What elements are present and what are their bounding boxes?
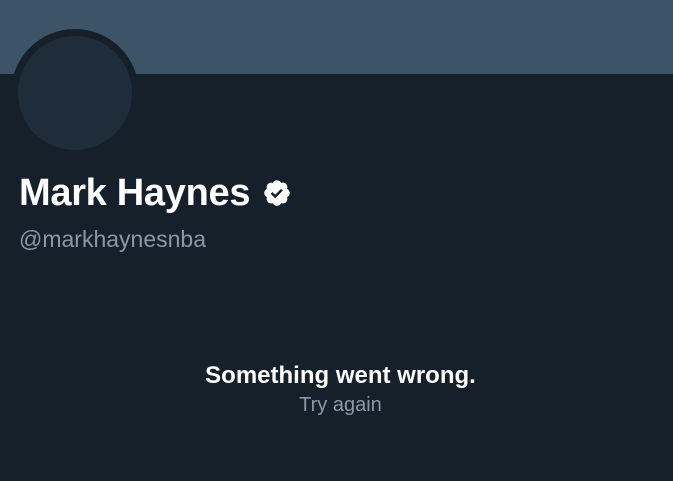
avatar[interactable] <box>11 29 139 157</box>
try-again-button[interactable]: Try again <box>299 392 382 418</box>
avatar-placeholder <box>18 36 132 150</box>
error-title: Something went wrong. <box>205 362 476 389</box>
verified-badge-icon <box>262 178 292 208</box>
profile-handle: @markhaynesnba <box>19 226 206 252</box>
display-name: Mark Haynes <box>19 172 251 214</box>
error-message-panel: Something went wrong. Try again <box>4 360 673 418</box>
profile-name-row: Mark Haynes <box>19 170 292 216</box>
